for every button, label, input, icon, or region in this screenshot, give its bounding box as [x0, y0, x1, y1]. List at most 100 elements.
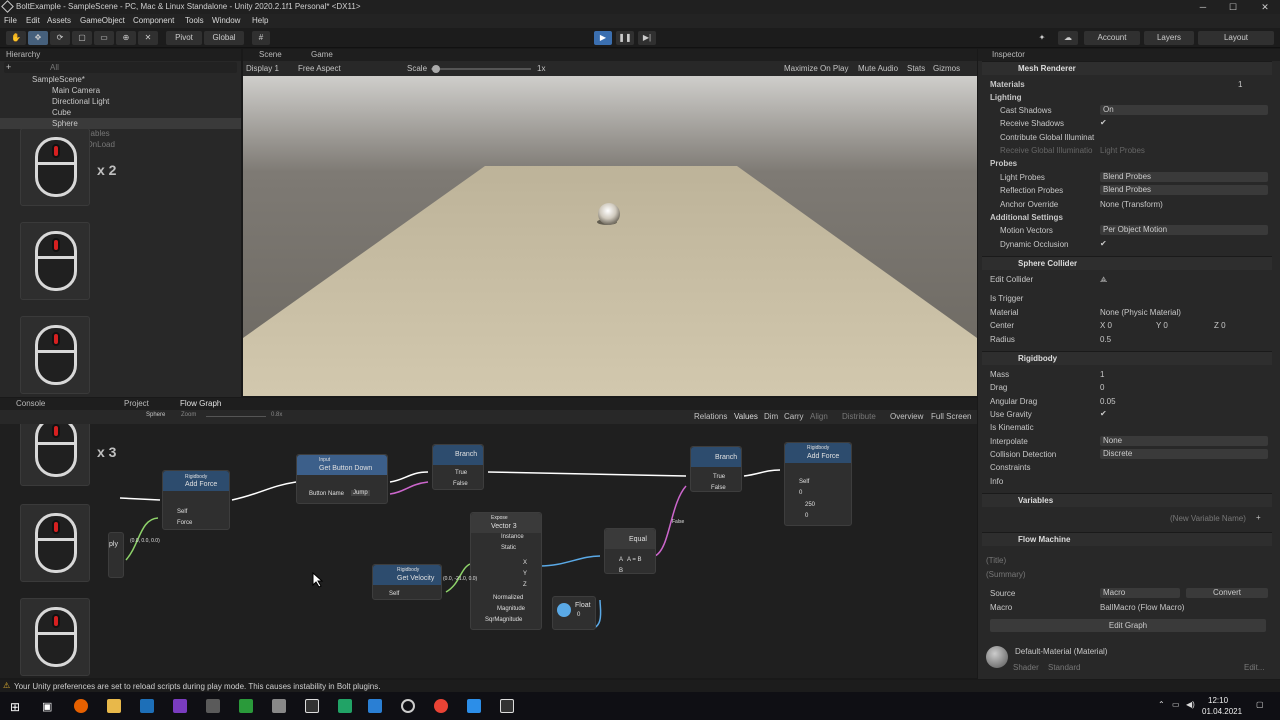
scale-tool-icon[interactable]: ▢ [72, 31, 92, 45]
unity-icon[interactable] [500, 699, 514, 713]
drag-field[interactable]: 0 [1100, 383, 1104, 392]
partial-node[interactable]: ply [108, 532, 124, 578]
force-x[interactable]: 0 [799, 490, 802, 496]
tab-project[interactable]: Project [124, 399, 149, 408]
vscode-icon[interactable] [467, 699, 481, 713]
scale-slider[interactable] [431, 68, 531, 70]
materials-foldout[interactable]: Materials [990, 80, 1025, 89]
hierarchy-item-main-camera[interactable]: Main Camera [52, 86, 100, 95]
scene-root[interactable]: SampleScene* [32, 75, 85, 84]
light-probes-dropdown[interactable]: Blend Probes [1100, 172, 1268, 182]
custom-tool-icon[interactable]: ✕ [138, 31, 158, 45]
angular-drag-field[interactable]: 0.05 [1100, 397, 1116, 406]
mass-field[interactable]: 1 [1100, 370, 1104, 379]
layout-dropdown[interactable]: Layout [1198, 31, 1274, 45]
app-icon[interactable] [206, 699, 220, 713]
dynamic-occlusion-checkbox[interactable]: ✔ [1100, 239, 1107, 248]
account-dropdown[interactable]: Account [1084, 31, 1140, 45]
center-y[interactable]: Y 0 [1156, 321, 1168, 330]
app-green-icon[interactable] [239, 699, 253, 713]
clock-date[interactable]: 01.04.2021 [1202, 707, 1242, 716]
node-expose-vector3[interactable]: Expose Vector 3 Instance Static X Y Z No… [470, 512, 542, 630]
network-icon[interactable]: ▭ [1172, 700, 1180, 709]
receive-shadows-checkbox[interactable]: ✔ [1100, 118, 1107, 127]
menu-assets[interactable]: Assets [47, 16, 71, 25]
volume-icon[interactable]: ◀) [1186, 700, 1195, 709]
display-dropdown[interactable]: Display 1 [246, 64, 279, 73]
cast-shadows-dropdown[interactable]: On [1100, 105, 1268, 115]
global-button[interactable]: Global [204, 31, 244, 45]
windows-start-icon[interactable]: ⊞ [10, 700, 20, 714]
node-branch[interactable]: Branch True False [690, 446, 742, 492]
component-variables[interactable]: Variables [982, 493, 1272, 507]
pause-button[interactable]: ❚❚ [616, 31, 634, 45]
shader-dropdown[interactable]: Standard [1048, 663, 1080, 672]
macro-field[interactable]: BallMacro (Flow Macro) [1100, 603, 1184, 612]
carry-toggle[interactable]: Carry [784, 412, 804, 421]
app-db-icon[interactable] [272, 699, 286, 713]
node-get-velocity[interactable]: Rigidbody Get Velocity Self [372, 564, 442, 600]
summary-field[interactable]: (Summary) [986, 570, 1026, 579]
pivot-button[interactable]: Pivot [166, 31, 202, 45]
maximize-on-play-toggle[interactable]: Maximize On Play [784, 64, 848, 73]
collision-detection-dropdown[interactable]: Discrete [1100, 449, 1268, 459]
float-value[interactable]: 0 [577, 612, 580, 618]
chrome-icon[interactable] [434, 699, 448, 713]
hand-tool-icon[interactable]: ✋ [6, 31, 26, 45]
firefox-icon[interactable] [74, 699, 88, 713]
app-r-icon[interactable] [140, 699, 154, 713]
close-button[interactable]: ✕ [1250, 0, 1280, 14]
overview-button[interactable]: Overview [890, 412, 923, 421]
menu-window[interactable]: Window [212, 16, 240, 25]
menu-tools[interactable]: Tools [185, 16, 204, 25]
task-view-icon[interactable]: ▣ [42, 700, 52, 713]
button-name-value[interactable]: Jump [351, 490, 370, 496]
app-blue-icon[interactable] [368, 699, 382, 713]
tab-console[interactable]: Console [16, 399, 45, 408]
hierarchy-item-cube[interactable]: Cube [52, 108, 71, 117]
menu-gameobject[interactable]: GameObject [80, 16, 125, 25]
radius-field[interactable]: 0.5 [1100, 335, 1111, 344]
rect-tool-icon[interactable]: ▭ [94, 31, 114, 45]
static-toggle[interactable]: Static [501, 545, 516, 551]
layers-dropdown[interactable]: Layers [1144, 31, 1194, 45]
center-x[interactable]: X 0 [1100, 321, 1112, 330]
fullscreen-button[interactable]: Full Screen [931, 412, 971, 421]
cloud-icon[interactable]: ☁ [1058, 31, 1078, 45]
physic-material-field[interactable]: None (Physic Material) [1100, 308, 1181, 317]
rotate-tool-icon[interactable]: ⟳ [50, 31, 70, 45]
status-message[interactable]: Your Unity preferences are set to reload… [14, 682, 380, 691]
hierarchy-search[interactable]: + All [4, 62, 237, 73]
tray-chevron-icon[interactable]: ⌃ [1158, 700, 1165, 709]
use-gravity-checkbox[interactable]: ✔ [1100, 409, 1107, 418]
menu-edit[interactable]: Edit [26, 16, 40, 25]
node-float[interactable]: Float 0 [552, 596, 596, 630]
clock-time[interactable]: 12:10 [1208, 696, 1228, 705]
transform-tool-icon[interactable]: ⊕ [116, 31, 136, 45]
minimize-button[interactable]: ─ [1188, 0, 1218, 14]
node-get-button-down[interactable]: Input Get Button Down Button Name Jump [296, 454, 388, 504]
interpolate-dropdown[interactable]: None [1100, 436, 1268, 446]
hierarchy-item-sphere[interactable]: Sphere [52, 119, 78, 128]
values-toggle[interactable]: Values [734, 412, 758, 421]
gizmos-dropdown[interactable]: Gizmos [933, 64, 960, 73]
aspect-dropdown[interactable]: Free Aspect [298, 64, 341, 73]
probes-foldout[interactable]: Probes [990, 159, 1017, 168]
default-material-label[interactable]: Default-Material (Material) [1015, 647, 1107, 656]
tab-inspector[interactable]: Inspector [992, 50, 1025, 59]
motion-vectors-dropdown[interactable]: Per Object Motion [1100, 225, 1268, 235]
lighting-foldout[interactable]: Lighting [990, 93, 1022, 102]
force-y[interactable]: 250 [805, 502, 815, 508]
play-button[interactable]: ▶ [594, 31, 612, 45]
menu-component[interactable]: Component [133, 16, 174, 25]
mute-audio-toggle[interactable]: Mute Audio [858, 64, 898, 73]
tab-flow-graph[interactable]: Flow Graph [180, 399, 221, 408]
flow-graph-canvas[interactable]: ply (0.0, 0.0, 0.0) Rigidbody Add Force … [0, 424, 977, 678]
graph-breadcrumb[interactable]: Sphere [146, 412, 165, 418]
anchor-override-field[interactable]: None (Transform) [1100, 200, 1163, 209]
node-branch[interactable]: Branch True False [432, 444, 484, 490]
unity-hub-icon[interactable] [305, 699, 319, 713]
convert-button[interactable]: Convert [1186, 588, 1268, 598]
component-sphere-collider[interactable]: Sphere Collider [982, 256, 1272, 270]
step-button[interactable]: ▶| [638, 31, 656, 45]
